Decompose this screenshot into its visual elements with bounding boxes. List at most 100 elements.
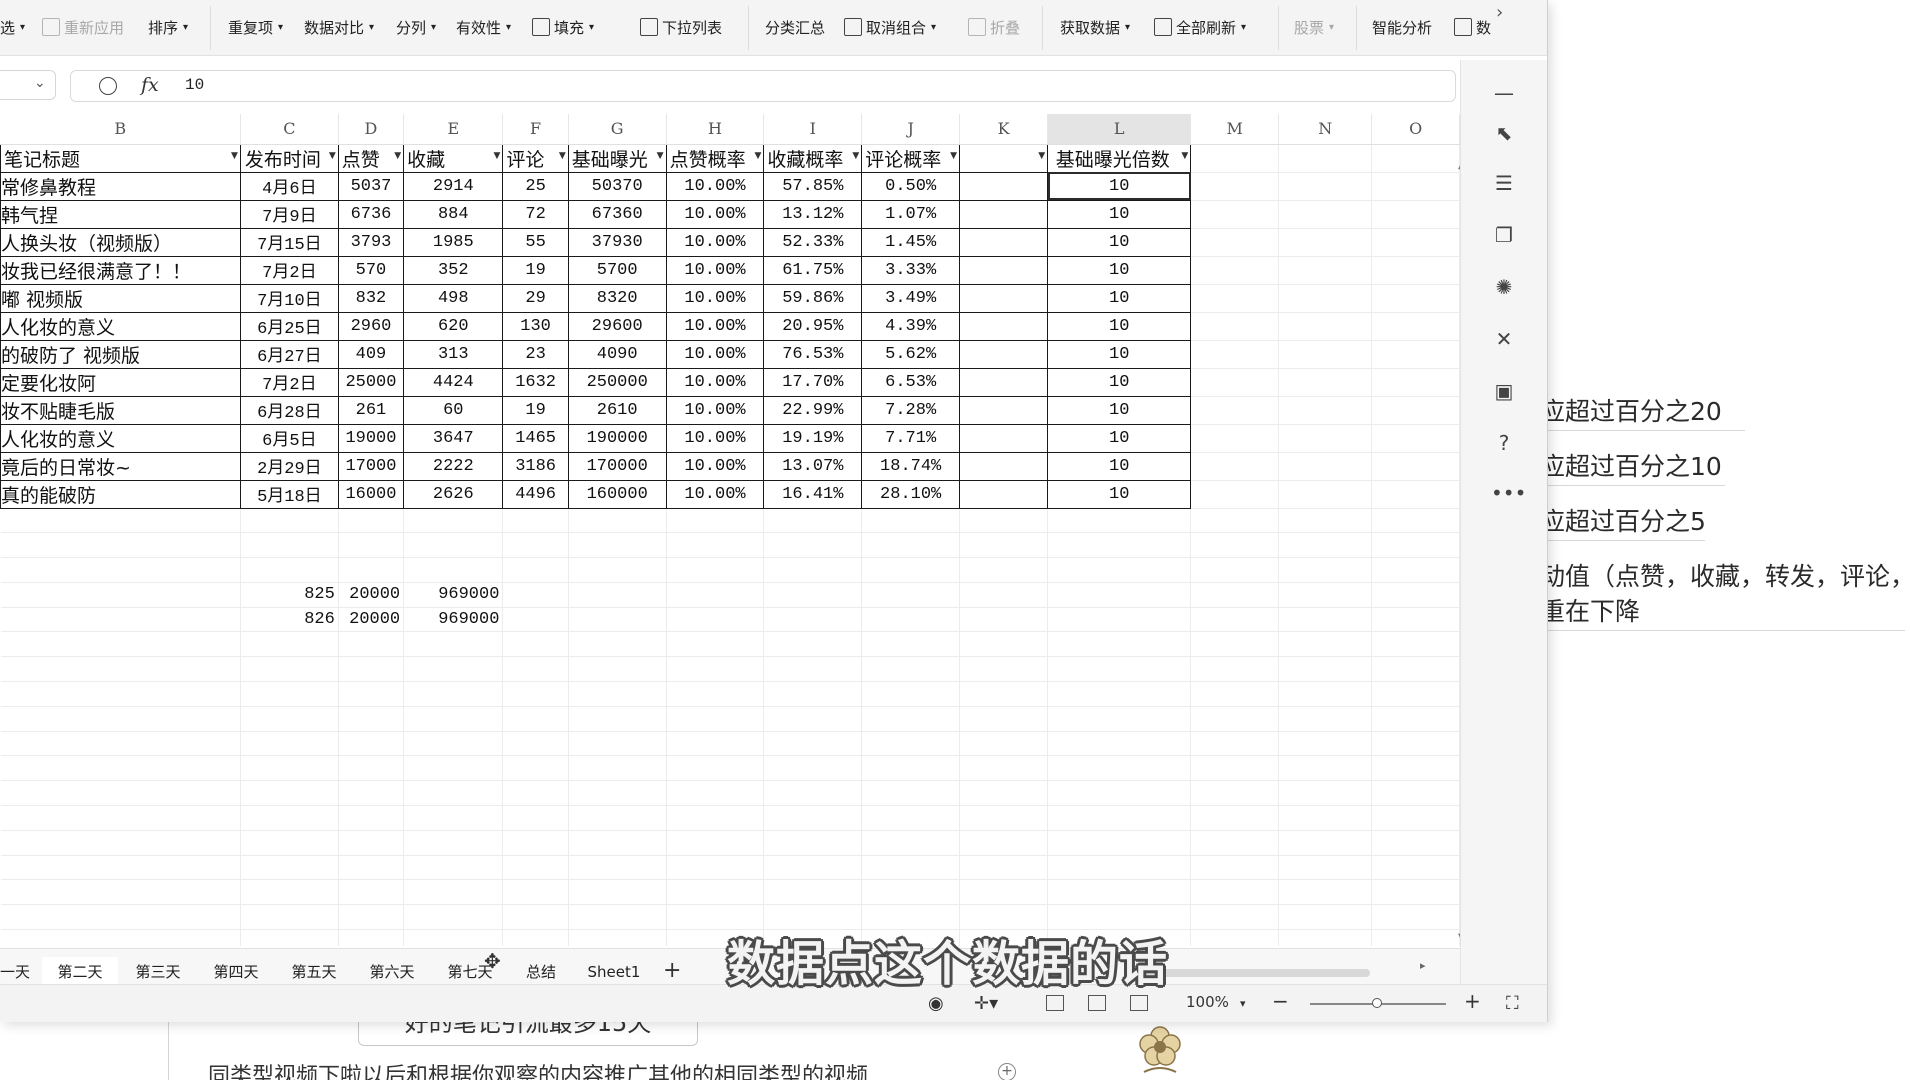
tab-sheet1[interactable]: Sheet1: [578, 957, 650, 987]
data-cell[interactable]: 20000: [338, 607, 405, 633]
empty-cell[interactable]: [338, 904, 405, 931]
empty-cell[interactable]: [666, 508, 765, 534]
empty-cell[interactable]: [0, 855, 241, 881]
empty-cell[interactable]: [861, 731, 961, 757]
empty-cell[interactable]: [1278, 480, 1373, 509]
data-cell[interactable]: 10: [1047, 199, 1192, 229]
title-cell[interactable]: 人换头妆（视频版）: [0, 227, 241, 257]
data-cell[interactable]: 28.10%: [861, 479, 961, 509]
empty-cell[interactable]: [861, 681, 961, 707]
data-cell[interactable]: 10.00%: [665, 451, 765, 481]
empty-cell[interactable]: [338, 731, 405, 757]
empty-cell[interactable]: [0, 532, 241, 559]
empty-cell[interactable]: [1371, 340, 1460, 369]
empty-cell[interactable]: [1278, 172, 1373, 201]
data-cell[interactable]: 7月9日: [239, 199, 339, 229]
empty-cell[interactable]: [1047, 681, 1192, 707]
empty-cell[interactable]: [240, 929, 339, 946]
empty-cell[interactable]: [1371, 424, 1460, 453]
data-cell[interactable]: 2914: [403, 171, 504, 201]
add-sheet-button[interactable]: +: [663, 958, 681, 983]
fill-button[interactable]: 填充 ▾: [532, 15, 594, 39]
empty-cell[interactable]: [1278, 532, 1373, 559]
empty-cell[interactable]: [1047, 557, 1192, 583]
empty-cell[interactable]: [502, 582, 569, 608]
empty-cell[interactable]: [240, 805, 339, 831]
title-cell[interactable]: 定要化妆阿: [0, 367, 241, 397]
empty-cell[interactable]: [1278, 681, 1373, 707]
empty-cell[interactable]: [0, 731, 241, 757]
data-cell[interactable]: 10: [1047, 451, 1192, 481]
empty-cell[interactable]: [666, 681, 765, 707]
empty-cell[interactable]: [1190, 681, 1280, 707]
empty-cell[interactable]: [861, 557, 961, 583]
empty-cell[interactable]: [1371, 396, 1460, 425]
empty-cell[interactable]: [1278, 929, 1373, 946]
zoom-out-button[interactable]: −: [1272, 989, 1289, 1013]
data-cell[interactable]: 3.33%: [861, 255, 961, 285]
chevron-right-icon[interactable]: ›: [1496, 2, 1503, 23]
zoom-level[interactable]: 100%: [1186, 993, 1229, 1011]
empty-cell[interactable]: [0, 706, 241, 732]
empty-cell[interactable]: [568, 557, 667, 583]
column-header[interactable]: J: [861, 114, 961, 145]
data-cell[interactable]: 17000: [337, 451, 405, 481]
tab-summary[interactable]: 总结: [512, 957, 570, 987]
filter-dropdown-icon[interactable]: ▼: [950, 151, 957, 161]
data-cell[interactable]: 10: [1047, 395, 1192, 425]
empty-cell[interactable]: [502, 855, 569, 881]
empty-cell[interactable]: [1047, 532, 1192, 559]
data-cell[interactable]: 6月25日: [239, 311, 339, 341]
empty-cell[interactable]: [1278, 656, 1373, 683]
empty-cell[interactable]: [502, 631, 569, 658]
empty-cell[interactable]: [1371, 607, 1460, 633]
data-cell[interactable]: 4.39%: [861, 311, 961, 341]
sort-button[interactable]: 排序 ▾: [148, 15, 188, 39]
data-cell[interactable]: 59.86%: [763, 283, 863, 313]
empty-cell[interactable]: [861, 607, 961, 633]
data-cell[interactable]: 10.00%: [665, 255, 765, 285]
data-cell[interactable]: 5700: [567, 255, 667, 285]
empty-cell[interactable]: [1047, 706, 1192, 732]
data-cell[interactable]: 1985: [403, 227, 504, 257]
empty-cell[interactable]: [502, 706, 569, 732]
empty-cell[interactable]: [338, 879, 405, 906]
data-cell[interactable]: 8320: [567, 283, 667, 313]
data-cell[interactable]: 1.07%: [861, 199, 961, 229]
empty-cell[interactable]: [666, 879, 765, 906]
data-cell[interactable]: 10: [1047, 171, 1192, 201]
data-table[interactable]: BCDEFGHIJKLMNO 笔记标题 ▼ 发布时间 ▼ 点赞 ▼ 收藏 ▼ 评论 ▼ 基础曝光 ▼ 点…: [0, 114, 1460, 946]
empty-cell[interactable]: [403, 830, 504, 856]
empty-cell[interactable]: [763, 607, 863, 633]
empty-cell[interactable]: [0, 607, 241, 633]
empty-cell[interactable]: [763, 879, 863, 906]
empty-cell[interactable]: [1278, 557, 1373, 583]
empty-cell[interactable]: [959, 830, 1049, 856]
data-cell[interactable]: [959, 311, 1049, 341]
empty-cell[interactable]: [568, 904, 667, 931]
empty-cell[interactable]: [763, 656, 863, 683]
data-cell[interactable]: 72: [502, 199, 569, 229]
empty-cell[interactable]: [1278, 805, 1373, 831]
zoom-in-button[interactable]: +: [1464, 989, 1481, 1013]
data-compare-button[interactable]: 数据对比 ▾: [304, 15, 374, 39]
title-cell[interactable]: 妆我已经很满意了！！: [0, 255, 241, 285]
empty-cell[interactable]: [403, 805, 504, 831]
empty-cell[interactable]: [502, 780, 569, 807]
empty-cell[interactable]: [1190, 532, 1280, 559]
data-cell[interactable]: 4090: [567, 339, 667, 369]
empty-cell[interactable]: [861, 656, 961, 683]
empty-cell[interactable]: [763, 780, 863, 807]
empty-cell[interactable]: [1278, 144, 1373, 173]
data-cell[interactable]: [959, 255, 1049, 285]
empty-cell[interactable]: [861, 508, 961, 534]
empty-cell[interactable]: [763, 582, 863, 608]
empty-cell[interactable]: [1371, 879, 1460, 906]
data-cell[interactable]: 6.53%: [861, 367, 961, 397]
empty-cell[interactable]: [959, 731, 1049, 757]
empty-cell[interactable]: [1371, 706, 1460, 732]
empty-cell[interactable]: [240, 731, 339, 757]
empty-cell[interactable]: [763, 557, 863, 583]
empty-cell[interactable]: [1190, 582, 1280, 608]
data-cell[interactable]: 498: [403, 283, 504, 313]
